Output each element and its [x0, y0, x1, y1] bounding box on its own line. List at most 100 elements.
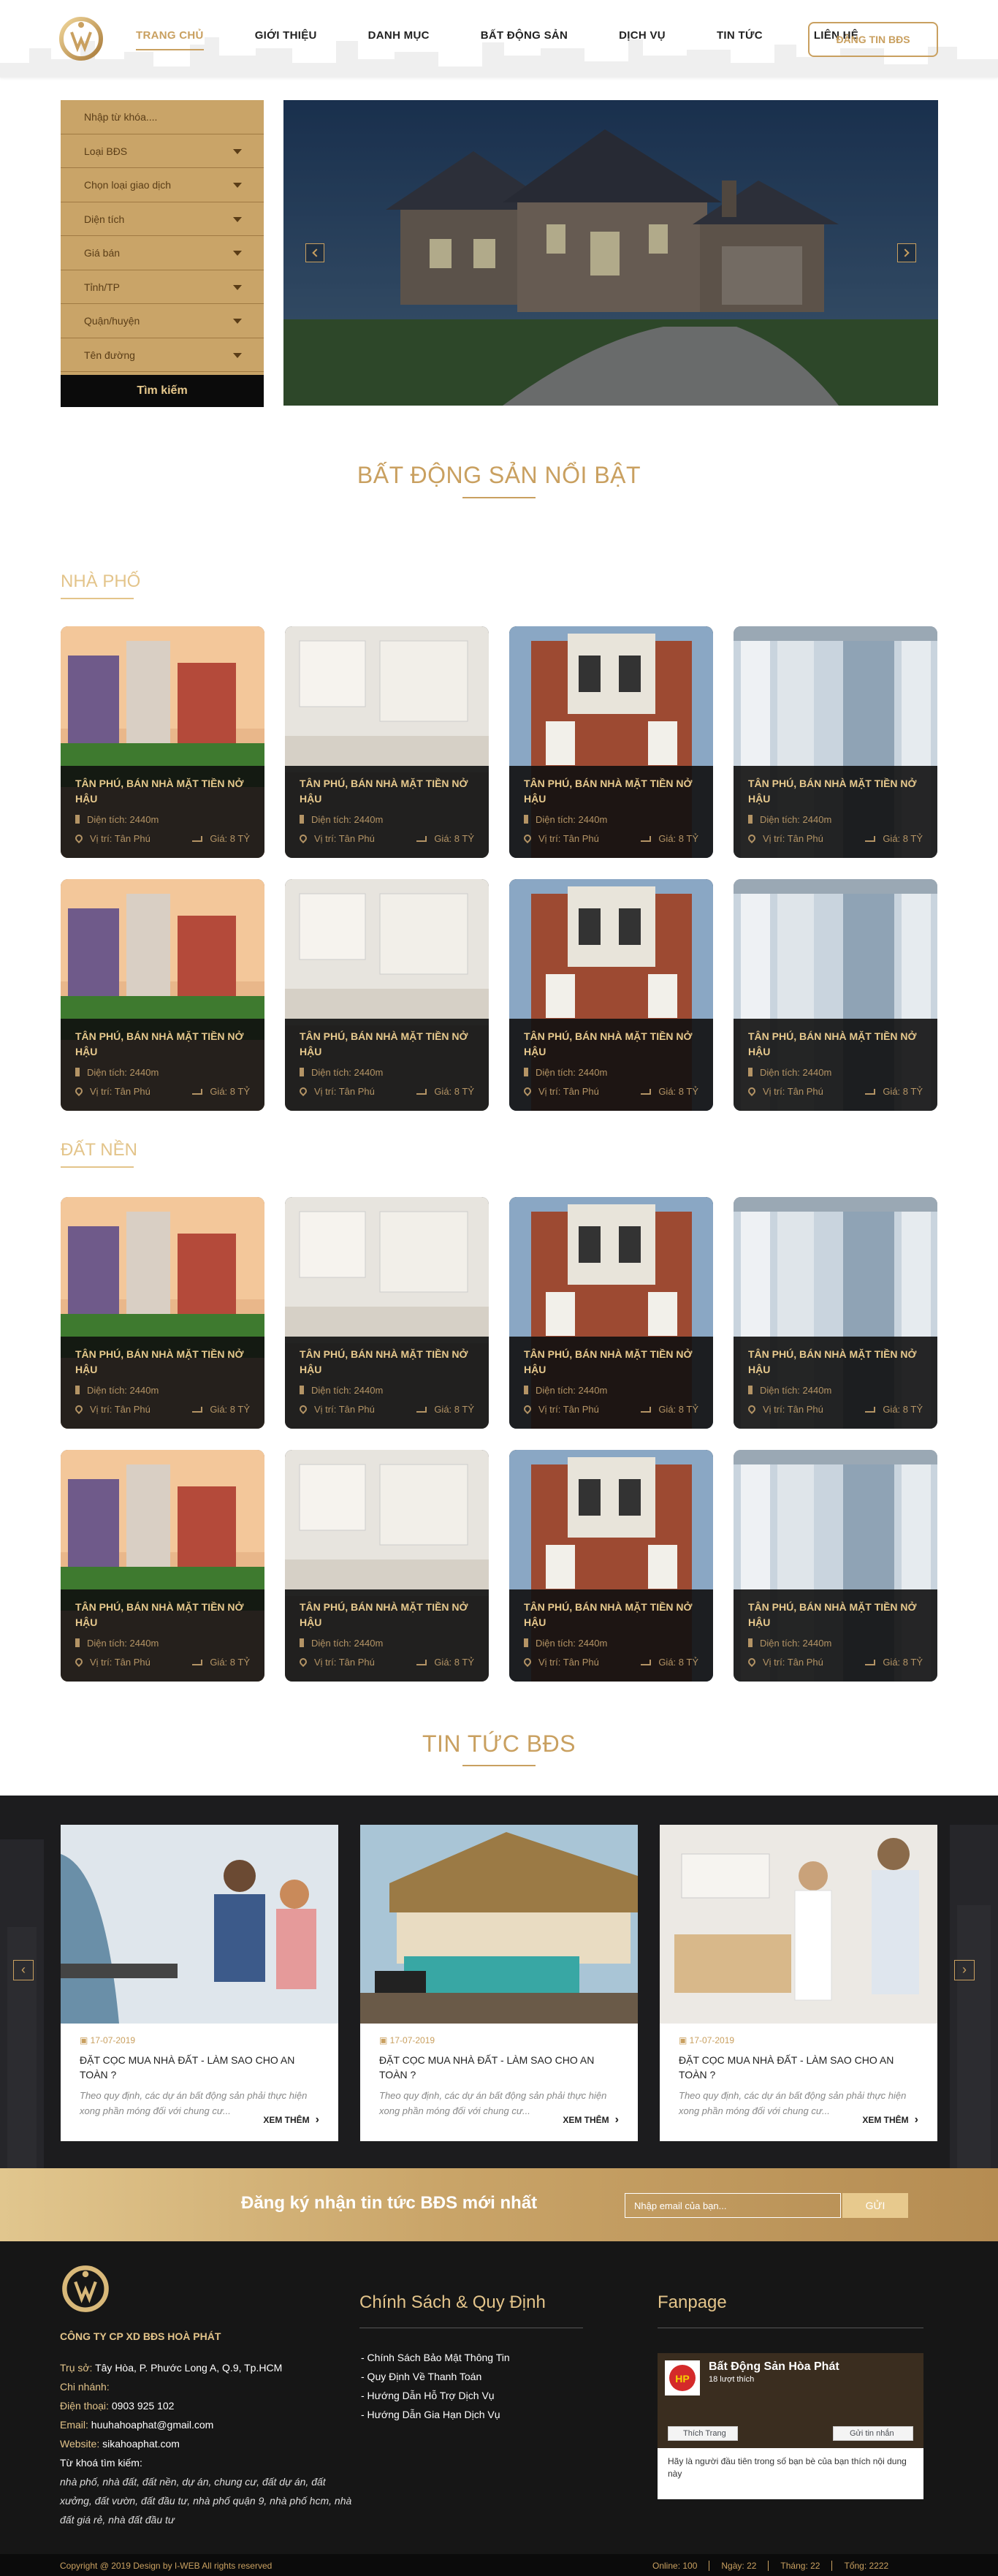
property-price-wrap: Giá: 8 TỶ	[865, 1404, 923, 1415]
caret-down-icon	[233, 352, 242, 358]
property-price: Giá: 8 TỶ	[883, 833, 923, 844]
property-card[interactable]: TÂN PHÚ, BÁN NHÀ MẶT TIỀN NỞ HẬU Diện tíc…	[509, 626, 713, 858]
property-location: Vị trí: Tân Phú	[90, 1404, 151, 1415]
province-select[interactable]: Tỉnh/TP	[61, 270, 264, 304]
property-card[interactable]: TÂN PHÚ, BÁN NHÀ MẶT TIỀN NỞ HẬU Diện tíc…	[734, 626, 937, 858]
property-card[interactable]: TÂN PHÚ, BÁN NHÀ MẶT TIỀN NỞ HẬU Diện tíc…	[285, 1450, 489, 1682]
price-icon	[641, 836, 652, 842]
area-select[interactable]: Diện tích	[61, 202, 264, 236]
property-card[interactable]: TÂN PHÚ, BÁN NHÀ MẶT TIỀN NỞ HẬU Diện tíc…	[509, 879, 713, 1111]
property-price: Giá: 8 TỶ	[658, 1657, 698, 1668]
location-pin-icon	[746, 1403, 758, 1415]
select-label: Tỉnh/TP	[84, 281, 121, 293]
property-title: TÂN PHÚ, BÁN NHÀ MẶT TIỀN NỞ HẬU	[300, 1348, 468, 1375]
property-location: Vị trí: Tân Phú	[763, 1404, 823, 1415]
keywords-label: Từ khoá tìm kiếm:	[60, 2457, 142, 2469]
nav-news[interactable]: TIN TỨC	[717, 29, 763, 42]
property-price-wrap: Giá: 8 TỶ	[416, 1657, 474, 1668]
price-icon	[192, 836, 203, 842]
property-location: Vị trí: Tân Phú	[90, 833, 151, 844]
fanpage-like-button[interactable]: Thích Trang	[668, 2426, 738, 2441]
district-select[interactable]: Quận/huyện	[61, 304, 264, 338]
newsletter-submit-button[interactable]: GỬI	[842, 2193, 908, 2218]
select-label: Quận/huyện	[84, 315, 140, 327]
property-location-row: Vị trí: Tân Phú Giá: 8 TỶ	[746, 832, 923, 846]
property-location-row: Vị trí: Tân Phú Giá: 8 TỶ	[73, 1656, 250, 1670]
property-card[interactable]: TÂN PHÚ, BÁN NHÀ MẶT TIỀN NỞ HẬU Diện tíc…	[509, 1197, 713, 1429]
street-select[interactable]: Tên đường	[61, 338, 264, 372]
policy-link[interactable]: - Hướng Dẫn Gia Hạn Dịch Vụ	[361, 2405, 510, 2424]
ruler-icon	[524, 1386, 528, 1394]
nav-services[interactable]: DỊCH VỤ	[619, 29, 666, 42]
property-price-wrap: Giá: 8 TỶ	[641, 1404, 698, 1415]
policy-link[interactable]: - Hướng Dẫn Hỗ Trợ Dịch Vụ	[361, 2386, 510, 2405]
caret-down-icon	[233, 319, 242, 324]
read-more-link[interactable]: XEM THÊM	[862, 2113, 918, 2127]
news-card[interactable]: ▣ 17-07-2019 ĐẶT CỌC MUA NHÀ ĐẤT - LÀM S…	[660, 1825, 937, 2141]
property-price: Giá: 8 TỶ	[883, 1086, 923, 1097]
search-button[interactable]: Tìm kiếm	[61, 375, 264, 407]
news-next-button[interactable]: ›	[954, 1960, 975, 1980]
post-listing-button[interactable]: ĐĂNG TIN BĐS	[808, 22, 938, 57]
read-more-link[interactable]: XEM THÊM	[263, 2113, 319, 2127]
logo[interactable]	[57, 16, 105, 61]
news-prev-button[interactable]: ‹	[13, 1960, 34, 1980]
property-price: Giá: 8 TỶ	[434, 833, 474, 844]
property-card[interactable]: TÂN PHÚ, BÁN NHÀ MẶT TIỀN NỞ HẬU Diện tíc…	[285, 879, 489, 1111]
phone[interactable]: 0903 925 102	[112, 2400, 175, 2412]
nav-home[interactable]: TRANG CHỦ	[136, 29, 204, 50]
property-area: Diện tích: 2440m	[87, 1638, 159, 1649]
fanpage-name[interactable]: Bất Động Sản Hòa Phát	[709, 2360, 839, 2374]
policy-list: - Chính Sách Bảo Mật Thông Tin - Quy Địn…	[361, 2348, 510, 2424]
newsletter-email-input[interactable]	[625, 2193, 841, 2218]
property-location: Vị trí: Tân Phú	[314, 1404, 375, 1415]
fanpage-message-button[interactable]: Gửi tin nhắn	[833, 2426, 913, 2441]
read-more-link[interactable]: XEM THÊM	[563, 2113, 619, 2127]
property-area: Diện tích: 2440m	[760, 1067, 832, 1078]
property-card[interactable]: TÂN PHÚ, BÁN NHÀ MẶT TIỀN NỞ HẬU Diện tíc…	[61, 626, 264, 858]
property-price-wrap: Giá: 8 TỶ	[641, 1657, 698, 1668]
property-area-row: Diện tích: 2440m	[300, 814, 474, 827]
chevron-right-icon	[901, 248, 910, 257]
property-price: Giá: 8 TỶ	[434, 1404, 474, 1415]
facebook-fanpage-widget[interactable]: HP Bất Động Sản Hòa Phát 18 lượt thích T…	[658, 2353, 923, 2499]
property-location-row: Vị trí: Tân Phú Giá: 8 TỶ	[746, 1085, 923, 1099]
nav-about[interactable]: GIỚI THIỆU	[255, 29, 317, 42]
newsletter-title: Đăng ký nhận tin tức BĐS mới nhất	[241, 2193, 538, 2213]
keyword-input[interactable]: Nhập từ khóa....	[61, 100, 264, 134]
property-card[interactable]: TÂN PHÚ, BÁN NHÀ MẶT TIỀN NỞ HẬU Diện tíc…	[61, 879, 264, 1111]
price-icon	[865, 836, 876, 842]
property-price-wrap: Giá: 8 TỶ	[641, 1086, 698, 1097]
policy-link[interactable]: - Chính Sách Bảo Mật Thông Tin	[361, 2348, 510, 2367]
property-card[interactable]: TÂN PHÚ, BÁN NHÀ MẶT TIỀN NỞ HẬU Diện tíc…	[734, 879, 937, 1111]
news-card[interactable]: ▣ 17-07-2019 ĐẶT CỌC MUA NHÀ ĐẤT - LÀM S…	[360, 1825, 638, 2141]
property-info: TÂN PHÚ, BÁN NHÀ MẶT TIỀN NỞ HẬU Diện tíc…	[734, 1337, 937, 1429]
price-icon	[416, 836, 427, 842]
property-price-wrap: Giá: 8 TỶ	[865, 1657, 923, 1668]
hero-next-button[interactable]	[897, 243, 916, 262]
search-panel: Nhập từ khóa.... Loại BĐS Chọn loại giao…	[61, 100, 264, 407]
nav-categories[interactable]: DANH MỤC	[368, 29, 430, 42]
news-card[interactable]: ▣ 17-07-2019 ĐẶT CỌC MUA NHÀ ĐẤT - LÀM S…	[61, 1825, 338, 2141]
price-select[interactable]: Giá bán	[61, 236, 264, 270]
property-area-row: Diện tích: 2440m	[524, 1385, 698, 1398]
property-card[interactable]: TÂN PHÚ, BÁN NHÀ MẶT TIỀN NỞ HẬU Diện tíc…	[61, 1197, 264, 1429]
property-card[interactable]: TÂN PHÚ, BÁN NHÀ MẶT TIỀN NỞ HẬU Diện tíc…	[734, 1450, 937, 1682]
price-icon	[416, 1089, 427, 1095]
website[interactable]: sikahoaphat.com	[102, 2438, 180, 2450]
property-type-select[interactable]: Loại BĐS	[61, 134, 264, 168]
property-card[interactable]: TÂN PHÚ, BÁN NHÀ MẶT TIỀN NỞ HẬU Diện tíc…	[285, 626, 489, 858]
property-info: TÂN PHÚ, BÁN NHÀ MẶT TIỀN NỞ HẬU Diện tíc…	[61, 1337, 264, 1429]
transaction-type-select[interactable]: Chọn loại giao dịch	[61, 168, 264, 202]
email[interactable]: huuhahoaphat@gmail.com	[91, 2419, 214, 2431]
news-image	[360, 1825, 638, 2024]
property-card[interactable]: TÂN PHÚ, BÁN NHÀ MẶT TIỀN NỞ HẬU Diện tíc…	[734, 1197, 937, 1429]
caret-down-icon	[233, 183, 242, 188]
property-card[interactable]: TÂN PHÚ, BÁN NHÀ MẶT TIỀN NỞ HẬU Diện tíc…	[509, 1450, 713, 1682]
nav-real-estate[interactable]: BẤT ĐỘNG SẢN	[481, 29, 568, 42]
location-pin-icon	[746, 1656, 758, 1668]
property-card[interactable]: TÂN PHÚ, BÁN NHÀ MẶT TIỀN NỞ HẬU Diện tíc…	[285, 1197, 489, 1429]
hero-prev-button[interactable]	[305, 243, 324, 262]
policy-link[interactable]: - Quy Định Về Thanh Toán	[361, 2367, 510, 2386]
property-card[interactable]: TÂN PHÚ, BÁN NHÀ MẶT TIỀN NỞ HẬU Diện tíc…	[61, 1450, 264, 1682]
